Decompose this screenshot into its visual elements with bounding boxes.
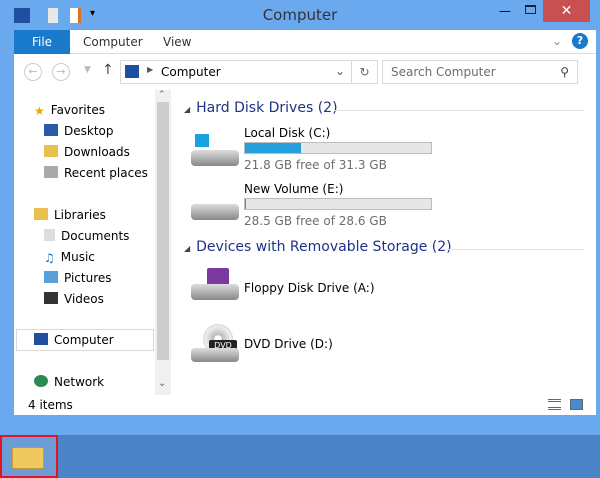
breadcrumb-computer[interactable]: Computer — [161, 65, 221, 79]
drive-name: Local Disk (C:) — [244, 126, 331, 140]
label: Recent places — [64, 166, 148, 180]
free-space: 21.8 GB free of 31.3 GB — [244, 158, 387, 172]
search-input[interactable]: Search Computer ⚲ — [382, 60, 578, 84]
close-button[interactable]: ✕ — [543, 0, 590, 22]
drive-body-icon — [191, 284, 239, 300]
sidebar-favorites[interactable]: ★ Favorites — [34, 100, 105, 120]
downloads-icon — [44, 145, 58, 157]
collapse-icon[interactable]: ◢ — [184, 105, 190, 114]
search-placeholder: Search Computer — [391, 65, 496, 79]
sidebar-item-pictures[interactable]: Pictures — [44, 268, 112, 288]
computer-icon — [125, 65, 139, 78]
tab-file[interactable]: File — [14, 30, 70, 54]
forward-button[interactable]: → — [52, 63, 70, 81]
refresh-button[interactable]: ↻ — [352, 60, 378, 84]
sidebar-item-downloads[interactable]: Downloads — [44, 142, 130, 162]
sidebar-libraries[interactable]: Libraries — [34, 205, 106, 225]
usage-fill — [245, 199, 246, 209]
group-divider — [334, 110, 584, 111]
title-bar: ▾ Computer — ✕ — [0, 0, 600, 30]
sidebar-item-music[interactable]: ♫ Music — [44, 247, 95, 267]
group-divider — [440, 249, 584, 250]
sidebar-item-desktop[interactable]: Desktop — [44, 121, 114, 141]
minimize-button[interactable]: — — [495, 4, 515, 18]
desktop-icon — [44, 124, 58, 136]
hard-drive-icon — [191, 150, 239, 166]
usage-bar — [244, 198, 432, 210]
help-icon[interactable]: ? — [572, 33, 588, 49]
drive-name: DVD Drive (D:) — [244, 337, 333, 351]
sidebar-item-computer[interactable]: Computer — [34, 330, 114, 350]
free-space: 28.5 GB free of 28.6 GB — [244, 214, 387, 228]
usage-fill — [245, 143, 301, 153]
drive-name: Floppy Disk Drive (A:) — [244, 281, 375, 295]
libraries-icon — [34, 208, 48, 220]
scroll-down-icon[interactable]: ⌄ — [158, 378, 166, 389]
search-icon: ⚲ — [560, 65, 569, 79]
label: Videos — [64, 292, 104, 306]
large-icons-view-icon[interactable] — [570, 399, 583, 410]
scrollbar-thumb[interactable] — [157, 102, 169, 360]
tab-computer[interactable]: Computer — [83, 30, 143, 54]
taskbar — [0, 435, 600, 478]
expand-ribbon-icon[interactable]: ⌄ — [552, 34, 562, 48]
hard-drive-icon — [191, 204, 239, 220]
videos-icon — [44, 292, 58, 304]
label: Network — [54, 375, 105, 389]
status-bar: 4 items — [14, 395, 596, 415]
pictures-icon — [44, 271, 58, 283]
sidebar-item-videos[interactable]: Videos — [44, 289, 104, 309]
ribbon: File Computer View ⌄ ? — [14, 30, 596, 54]
group-hard-disk-drives[interactable]: ◢ Hard Disk Drives (2) — [184, 100, 338, 116]
star-icon: ★ — [34, 104, 45, 118]
label: Desktop — [64, 124, 114, 138]
tab-view[interactable]: View — [163, 30, 191, 54]
details-view-icon[interactable] — [548, 399, 561, 410]
group-title: Devices with Removable Storage (2) — [196, 239, 452, 255]
documents-icon — [44, 229, 55, 241]
computer-icon — [34, 333, 48, 345]
network-icon — [34, 375, 48, 387]
up-button[interactable]: ↑ — [102, 62, 114, 78]
taskbar-file-explorer[interactable] — [0, 435, 58, 478]
back-button[interactable]: ← — [24, 63, 42, 81]
sidebar-item-recent-places[interactable]: Recent places — [44, 163, 148, 183]
item-count: 4 items — [28, 398, 73, 412]
collapse-icon[interactable]: ◢ — [184, 244, 190, 253]
windows-logo-icon — [195, 134, 213, 150]
label: Favorites — [50, 103, 105, 117]
address-row: ← → ▼ ↑ ▶ Computer ⌄ ↻ Search Computer ⚲ — [14, 54, 596, 90]
drive-name: New Volume (E:) — [244, 182, 344, 196]
sidebar-item-documents[interactable]: Documents — [44, 226, 129, 246]
group-title: Hard Disk Drives (2) — [196, 100, 338, 116]
drive-body-icon — [191, 348, 239, 362]
breadcrumb-arrow-icon[interactable]: ▶ — [147, 65, 153, 74]
content-area: ★ Favorites Desktop Downloads Recent plac… — [14, 90, 596, 395]
label: Computer — [54, 333, 114, 347]
address-dropdown-icon[interactable]: ⌄ — [335, 64, 345, 78]
group-removable-storage[interactable]: ◢ Devices with Removable Storage (2) — [184, 239, 452, 255]
music-icon: ♫ — [44, 251, 55, 265]
scroll-up-icon[interactable]: ⌃ — [158, 90, 166, 100]
address-bar[interactable]: ▶ Computer ⌄ — [120, 60, 352, 84]
recent-places-icon — [44, 166, 58, 178]
label: Documents — [61, 229, 130, 243]
recent-locations-icon[interactable]: ▼ — [84, 65, 91, 75]
folder-icon — [12, 447, 44, 469]
label: Downloads — [64, 145, 130, 159]
maximize-button[interactable] — [520, 3, 540, 17]
navigation-pane: ★ Favorites Desktop Downloads Recent plac… — [14, 90, 171, 395]
label: Music — [60, 250, 95, 264]
sidebar-item-network[interactable]: Network — [34, 372, 104, 392]
label: Libraries — [54, 208, 106, 222]
usage-bar — [244, 142, 432, 154]
label: Pictures — [64, 271, 112, 285]
